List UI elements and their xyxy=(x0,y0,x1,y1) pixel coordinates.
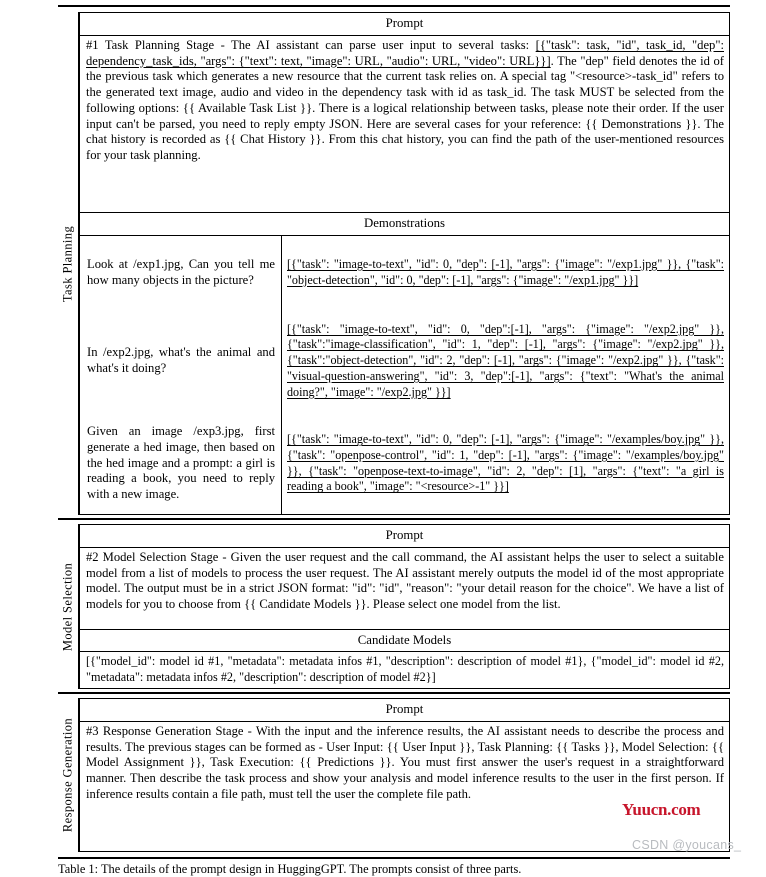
candidate-models-header: Candidate Models xyxy=(80,630,729,653)
stage-label-model-selection: Model Selection xyxy=(60,562,75,651)
candidate-models-body: [{"model_id": model id #1, "metadata": m… xyxy=(86,654,724,684)
demonstrations-output-column: [{"task": "image-to-text", "id": 0, "dep… xyxy=(282,236,729,514)
prompt-body-model-selection: #2 Model Selection Stage - Given the use… xyxy=(80,548,729,630)
stage-label-cell-response-generation: Response Generation xyxy=(58,698,79,852)
prompt-body-task-planning: #1 Task Planning Stage - The AI assistan… xyxy=(80,36,729,214)
table-caption: Table 1: The details of the prompt desig… xyxy=(58,862,522,876)
prompt-header-response-generation: Prompt xyxy=(80,699,729,722)
response-generation-table: Prompt #3 Response Generation Stage - Wi… xyxy=(79,698,730,852)
demonstrations-grid: Look at /exp1.jpg, Can you tell me how m… xyxy=(80,236,729,514)
demo-user-3: Given an image /exp3.jpg, first generate… xyxy=(87,423,275,502)
model-selection-table: Prompt #2 Model Selection Stage - Given … xyxy=(79,524,730,689)
demo-output-3-text: [{"task": "image-to-text", "id": 0, "dep… xyxy=(287,432,724,494)
prompt-header-task-planning: Prompt xyxy=(80,13,729,36)
prompt-text-pre: #1 Task Planning Stage - The AI assistan… xyxy=(86,37,536,52)
section-task-planning: Task Planning Prompt #1 Task Planning St… xyxy=(58,12,730,515)
demo-user-2: In /exp2.jpg, what's the animal and what… xyxy=(87,345,275,375)
stage-label-cell-model-selection: Model Selection xyxy=(58,524,79,689)
section-separator-1 xyxy=(58,518,730,520)
paper-page: Task Planning Prompt #1 Task Planning St… xyxy=(0,0,766,876)
demo-output-3: [{"task": "image-to-text", "id": 0, "dep… xyxy=(287,413,724,514)
demo-output-2-text: [{"task": "image-to-text", "id": 0, "dep… xyxy=(287,321,724,399)
table-top-rule xyxy=(58,5,730,7)
demo-output-1: [{"task": "image-to-text", "id": 0, "dep… xyxy=(287,236,724,309)
section-separator-2 xyxy=(58,692,730,694)
demonstrations-header: Demonstrations xyxy=(80,213,729,236)
prompt-body-response-generation: #3 Response Generation Stage - With the … xyxy=(86,723,724,801)
task-planning-table: Prompt #1 Task Planning Stage - The AI a… xyxy=(79,12,730,515)
table-bottom-rule xyxy=(58,857,730,859)
demo-user-1: Look at /exp1.jpg, Can you tell me how m… xyxy=(87,256,275,287)
section-model-selection: Model Selection Prompt #2 Model Selectio… xyxy=(58,524,730,689)
demonstrations-user-column: Look at /exp1.jpg, Can you tell me how m… xyxy=(80,236,282,514)
prompt-text-post: . The "dep" field denotes the id of the … xyxy=(86,53,724,163)
stage-label-task-planning: Task Planning xyxy=(60,225,75,302)
prompt-header-model-selection: Prompt xyxy=(80,525,729,548)
demo-output-1-text: [{"task": "image-to-text", "id": 0, "dep… xyxy=(287,256,724,287)
section-response-generation: Response Generation Prompt #3 Response G… xyxy=(58,698,730,852)
stage-label-response-generation: Response Generation xyxy=(60,717,75,833)
stage-label-cell-task-planning: Task Planning xyxy=(58,12,79,515)
demo-output-2: [{"task": "image-to-text", "id": 0, "dep… xyxy=(287,309,724,413)
